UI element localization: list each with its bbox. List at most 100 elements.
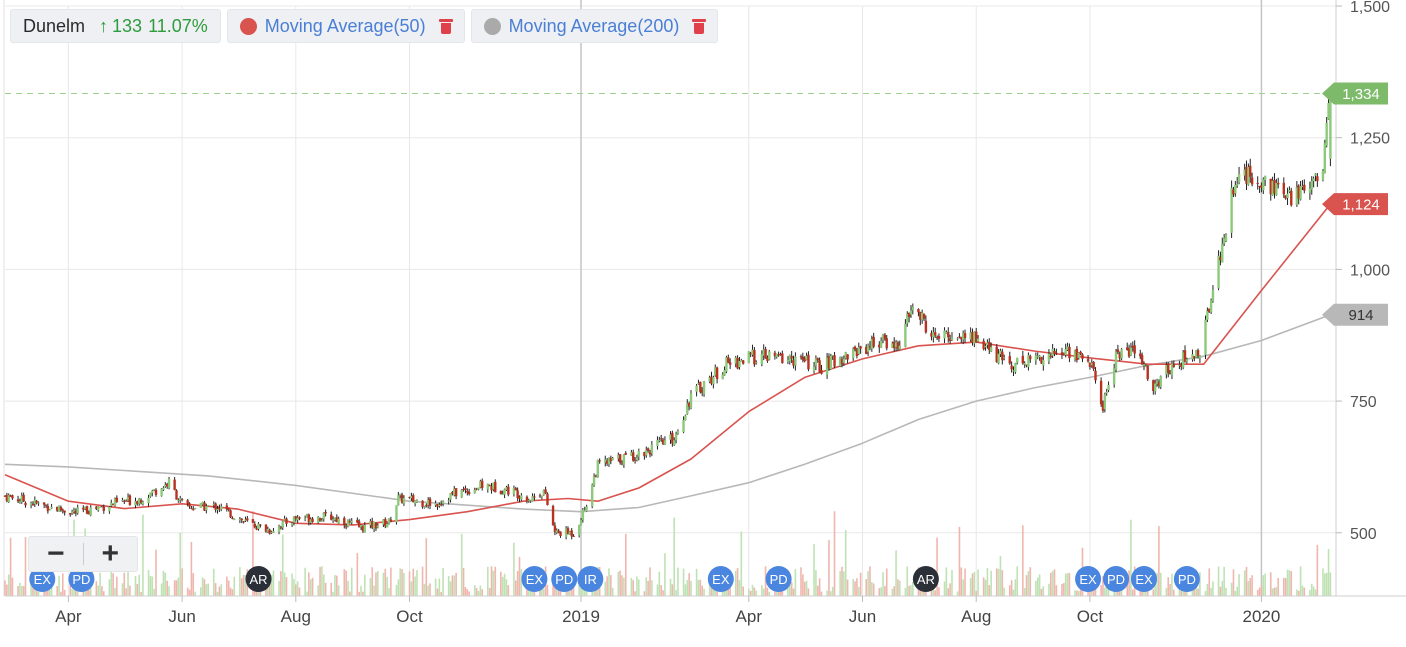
volume-bar (214, 583, 217, 596)
volume-bar (347, 580, 349, 596)
stock-chart[interactable]: 1,500 1,250 1,000 750 500 Apr Jun Aug Oct 2019 Ap… (0, 0, 1406, 642)
candle-body (533, 496, 536, 498)
candle-body (1167, 363, 1170, 373)
candle-body (1029, 356, 1032, 360)
candle-body (833, 355, 836, 367)
volume-bar (401, 569, 403, 596)
candle-body (760, 354, 764, 365)
volume-bar (871, 582, 873, 596)
volume-bar (7, 574, 10, 596)
volume-bar (403, 573, 405, 596)
volume-bar (1035, 580, 1037, 596)
volume-bar (473, 585, 476, 596)
volume-bar (815, 570, 817, 596)
volume-bar (278, 580, 280, 596)
candle-body (507, 486, 510, 495)
ma200-delete-trash-icon[interactable] (692, 18, 707, 34)
candle-body (611, 457, 614, 461)
zoom-out-button[interactable]: − (29, 537, 83, 571)
candle-body (162, 487, 165, 490)
volume-bar (1152, 589, 1155, 596)
volume-bar (61, 573, 64, 596)
candle-body (544, 489, 547, 494)
symbol-name: Dunelm (23, 15, 86, 36)
event-badge-pd[interactable]: PD (1173, 566, 1200, 592)
volume-bar (904, 587, 907, 596)
volume-bar (833, 511, 836, 596)
volume-bar (291, 573, 293, 596)
candle-body (16, 499, 20, 502)
x-tick-label: Jun (849, 607, 876, 626)
volume-bar (1314, 589, 1317, 596)
symbol-chip[interactable]: Dunelm ↑ 133 11.07% (10, 9, 221, 43)
volume-bar (684, 584, 687, 596)
candle-body (682, 419, 685, 433)
event-badge-pd[interactable]: PD (551, 566, 578, 592)
volume-bar (621, 575, 623, 596)
volume-bar (147, 569, 150, 596)
ma200-chip[interactable]: Moving Average(200) (470, 9, 719, 43)
volume-bar (1327, 548, 1330, 596)
event-badge-ex[interactable]: EX (1075, 566, 1102, 592)
volume-bar (794, 569, 797, 596)
candle-body (121, 499, 124, 501)
candle-body (449, 493, 452, 500)
volume-bar (846, 579, 849, 596)
zoom-in-button[interactable]: + (84, 537, 138, 571)
volume-bar (199, 587, 202, 596)
event-badge-ex[interactable]: EX (707, 566, 734, 592)
candle-body (70, 511, 74, 514)
volume-bar (1128, 570, 1130, 596)
volume-bar (304, 567, 306, 596)
candle-body (982, 340, 985, 350)
chart-canvas[interactable]: 1,5001,2501,000750500 Apr Jun Aug Oct 2019 Ap… (0, 0, 1406, 642)
volume-bar (999, 555, 1002, 596)
candle-body (102, 507, 105, 511)
event-badge-ex[interactable]: EX (521, 566, 548, 592)
volume-bar (1061, 583, 1063, 596)
volume-bar (634, 591, 636, 596)
volume-bar (682, 568, 685, 596)
candle-body (108, 506, 111, 512)
candle-body (447, 500, 450, 502)
candle-body (277, 526, 281, 533)
candle-body (738, 360, 741, 368)
volume-bar (322, 574, 325, 596)
event-badge-ar[interactable]: AR (245, 566, 272, 592)
volume-bar (675, 589, 677, 596)
x-tick-label: 2019 (562, 607, 600, 626)
ma200-line (4, 313, 1331, 513)
candle-body (344, 526, 348, 528)
ma50-delete-trash-icon[interactable] (438, 18, 453, 34)
volume-bar (880, 587, 882, 596)
volume-bar (630, 578, 633, 596)
candle-body (425, 505, 428, 507)
volume-bar (240, 578, 243, 596)
candle-body (464, 488, 467, 490)
candle-body (911, 306, 915, 311)
event-badge-ar[interactable]: AR (912, 566, 939, 592)
volume-bar (1038, 574, 1041, 596)
event-badge-ex[interactable]: EX (1130, 566, 1157, 592)
ma50-chip[interactable]: Moving Average(50) (226, 9, 465, 43)
badge-label: PD (1107, 572, 1125, 587)
candle-body (1055, 352, 1058, 354)
volume-bar (884, 586, 886, 596)
legend-bar: Dunelm ↑ 133 11.07% Moving Average(50) M… (10, 9, 719, 43)
candle-body (89, 507, 92, 516)
volume-bar (1236, 586, 1239, 596)
candle-body (514, 488, 517, 491)
candle-body (1303, 184, 1306, 191)
event-badge-pd[interactable]: PD (765, 566, 792, 592)
volume-bar (500, 571, 502, 596)
candle-body (950, 337, 954, 340)
candle-body (395, 505, 398, 523)
volume-bar (673, 517, 676, 596)
y-tick-label: 1,000 (1350, 262, 1390, 279)
event-badge-pd[interactable]: PD (1103, 566, 1130, 592)
volume-bar (604, 581, 607, 596)
event-badge-ir[interactable]: IR (577, 566, 604, 592)
candle-body (1034, 355, 1038, 361)
volume-bar (856, 578, 858, 596)
candle-body (350, 520, 353, 523)
